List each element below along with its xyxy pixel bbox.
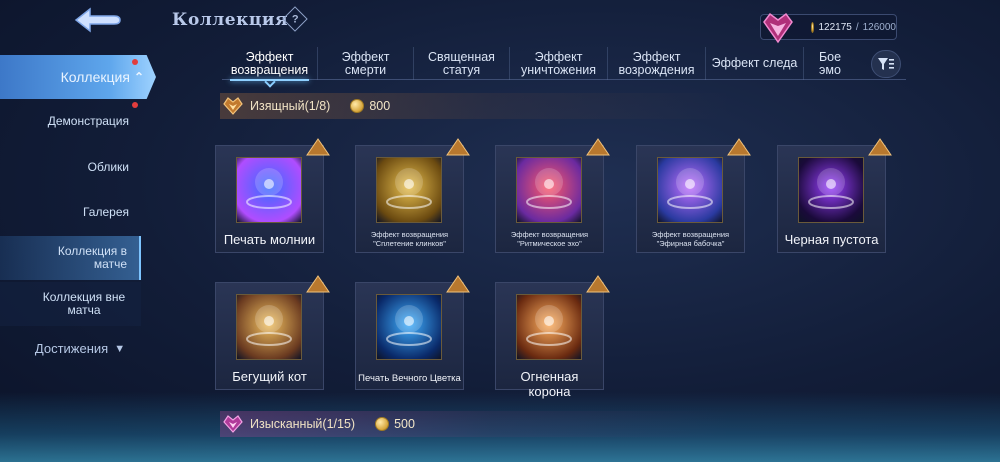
tier-gem-icon [223,415,243,433]
item-label: Бегущий кот [232,369,307,384]
sidebar-item-out-match[interactable]: Коллекция вне матча [0,282,141,326]
rhythm-echo-icon [516,157,582,223]
tier-corner-icon [726,137,752,157]
item-card[interactable]: Черная пустота [777,138,892,253]
sidebar-item-demo[interactable]: Демонстрация [0,105,141,137]
tab-return-effect[interactable]: Эффект возвращения [222,47,318,81]
tab-trail-effect[interactable]: Эффект следа [706,47,804,80]
sidebar-item-in-match[interactable]: Коллекция в матче [0,236,141,280]
section-header-elegant: Изящный(1/8) 800 [220,93,900,119]
chevron-up-icon: ⌃ [133,70,144,84]
eternal-flower-icon [376,294,442,360]
tier-gem-icon [223,97,243,115]
currency-current: 122175 [818,21,852,33]
currency-separator: / [855,21,859,33]
tier-corner-icon [867,137,893,157]
tier-corner-icon [585,137,611,157]
rank-emblem-icon [763,12,793,44]
item-card[interactable]: Печать Вечного Цветка [355,275,470,390]
tab-death-effect[interactable]: Эффект смерти [318,47,414,80]
chevron-down-icon: ▼ [114,342,126,355]
item-card[interactable]: Печать молнии [215,138,330,253]
tab-respawn-effect[interactable]: Эффект возрождения [608,47,706,80]
sidebar-item-label: Облики [87,159,129,174]
section-header-exquisite: Изысканный(1/15) 500 [220,411,900,437]
item-card[interactable]: Огненная корона [495,275,610,399]
sidebar-item-achievements[interactable]: Достижения ▼ [0,341,160,356]
item-label: Черная пустота [784,232,879,247]
blades-icon [376,157,442,223]
sidebar-item-label: Коллекция в матче [57,244,127,271]
sidebar-item-label: Галерея [82,204,129,219]
item-card[interactable]: Эффект возвращения "Эфирная бабочка" [636,138,751,253]
notification-dot [132,59,138,65]
item-label: Эффект возвращения "Ритмическое эхо" [510,230,589,248]
tab-elimination-effect[interactable]: Эффект уничтожения [510,47,608,80]
running-cat-icon [236,294,302,360]
section-price-value: 800 [369,99,391,113]
item-card[interactable]: Эффект возвращения "Ритмическое эхо" [495,138,610,253]
page-title: Коллекция [172,10,289,30]
item-card[interactable]: Бегущий кот [215,275,330,390]
fire-crown-icon [516,294,582,360]
butterfly-icon [657,157,723,223]
section-title: Изысканный(1/15) [250,417,356,431]
item-label: Печать Вечного Цветка [358,373,461,384]
item-card[interactable]: Эффект возвращения "Сплетение клинков" [355,138,470,253]
lightning-seal-icon [236,157,302,223]
back-button[interactable] [62,4,132,36]
tier-corner-icon [305,137,331,157]
tab-sacred-statue[interactable]: Священная статуя [414,47,510,80]
section-title: Изящный(1/8) [250,99,331,113]
item-label: Эффект возвращения "Сплетение клинков" [370,230,449,248]
currency-max: 126000 [862,21,896,33]
back-arrow-icon [74,7,121,33]
tab-bar: Эффект возвращения Эффект смерти Священн… [222,47,906,81]
top-bar: Коллекция ? 122175/126000 [0,0,1000,44]
tab-battle-emote[interactable]: Бое эмо [804,47,856,80]
coin-icon [811,21,815,33]
tier-corner-icon [445,137,471,157]
section-price: 800 [350,99,390,113]
item-label: Эффект возвращения "Эфирная бабочка" [651,230,730,248]
coin-icon [350,99,365,113]
item-label: Огненная корона [520,369,579,399]
black-void-icon [798,157,864,223]
sidebar-item-label: Достижения [34,341,109,356]
sidebar-item-label: Демонстрация [47,113,129,128]
sidebar-item-gallery[interactable]: Галерея [0,196,141,228]
notification-dot [132,102,138,108]
section-price: 500 [375,417,415,431]
filter-icon [878,58,894,70]
sidebar-item-skins[interactable]: Облики [0,151,141,183]
item-label: Печать молнии [223,232,316,247]
tier-corner-icon [585,274,611,294]
section-price-value: 500 [394,417,415,431]
tier-corner-icon [305,274,331,294]
sidebar-item-label: Коллекция вне матча [42,290,126,317]
sidebar-active-label: Коллекция [60,69,130,85]
filter-button[interactable] [871,50,901,78]
coin-icon [375,417,390,431]
tier-corner-icon [445,274,471,294]
